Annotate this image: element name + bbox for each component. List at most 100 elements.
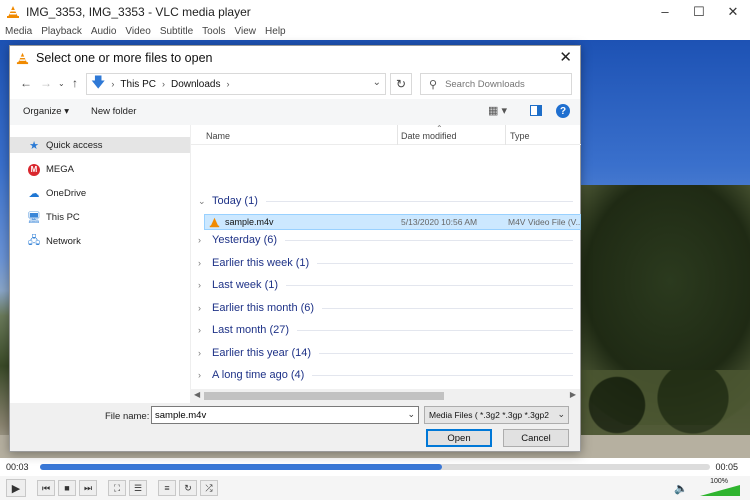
file-name-field[interactable]: ⌄	[151, 406, 419, 424]
group-label: Earlier this year (14)	[212, 347, 312, 359]
equalizer-icon: ☰	[133, 482, 143, 493]
cancel-button[interactable]: Cancel	[503, 429, 569, 447]
change-view-icon[interactable]: ▦ ▾	[488, 104, 507, 117]
time-elapsed: 00:03	[6, 462, 29, 472]
address-dropdown-icon[interactable]: ⌄	[373, 77, 381, 88]
stop-icon: ■	[64, 483, 70, 493]
group-last-month[interactable]: › Last month (27)	[191, 321, 579, 339]
menu-playback[interactable]: Playback	[41, 26, 82, 37]
file-name: sample.m4v	[225, 217, 274, 227]
file-type-filter[interactable]: Media Files ( *.3g2 *.3gp *.3gp2 ⌄	[424, 406, 569, 424]
minimize-icon[interactable]: –	[648, 0, 682, 23]
menu-media[interactable]: Media	[5, 26, 32, 37]
sidebar-item-label: Quick access	[46, 139, 103, 151]
chevron-down-icon[interactable]: ⌄	[407, 409, 415, 420]
next-button[interactable]: ⏭	[79, 480, 97, 496]
column-divider[interactable]	[505, 125, 506, 145]
volume-slider[interactable]	[700, 485, 740, 496]
playlist-button[interactable]: ≡	[158, 480, 176, 496]
dialog-close-icon[interactable]: ✕	[559, 48, 572, 66]
organize-button[interactable]: Organize ▾	[23, 106, 69, 117]
sidebar-item-this-pc[interactable]: 🖥 This PC	[10, 209, 190, 225]
group-divider	[317, 262, 573, 264]
group-last-week[interactable]: › Last week (1)	[191, 276, 579, 294]
group-divider	[285, 239, 573, 241]
search-box[interactable]: ⚲	[420, 73, 572, 95]
cloud-icon: ☁	[28, 187, 40, 200]
column-divider[interactable]	[397, 125, 398, 145]
volume-percent: 100%	[710, 478, 728, 485]
menu-subtitle[interactable]: Subtitle	[160, 26, 193, 37]
sidebar-item-onedrive[interactable]: ☁ OneDrive	[10, 185, 190, 201]
group-divider	[265, 200, 573, 202]
shuffle-button[interactable]: ⤮	[200, 480, 218, 496]
group-label: Last week (1)	[212, 279, 279, 291]
preview-pane-icon[interactable]	[530, 105, 542, 116]
video-bushes	[560, 370, 750, 440]
close-icon[interactable]: ✕	[716, 0, 750, 23]
address-bar[interactable]: 🡇 › This PC › Downloads › ⌄	[86, 73, 386, 95]
breadcrumb-this-pc[interactable]: This PC	[120, 79, 156, 90]
recent-locations-icon[interactable]: ⌄	[58, 79, 65, 88]
group-earlier-this-year[interactable]: › Earlier this year (14)	[191, 344, 579, 362]
menu-video[interactable]: Video	[125, 26, 150, 37]
sidebar-item-label: This PC	[46, 211, 80, 223]
menu-view[interactable]: View	[235, 26, 257, 37]
downloads-folder-icon: 🡇	[91, 74, 106, 90]
menu-tools[interactable]: Tools	[202, 26, 225, 37]
sidebar-item-network[interactable]: 🖧 Network	[10, 233, 190, 249]
group-label: Earlier this week (1)	[212, 257, 310, 269]
sidebar-item-mega[interactable]: M MEGA	[10, 161, 190, 177]
refresh-button[interactable]: ↻	[390, 73, 412, 95]
group-today[interactable]: ⌄ Today (1)	[191, 192, 579, 210]
column-date-modified[interactable]: Date modified	[401, 131, 457, 141]
next-icon: ⏭	[83, 482, 93, 493]
horizontal-scrollbar[interactable]: ◀ ▶	[190, 389, 580, 403]
previous-button[interactable]: ⏮	[37, 480, 55, 496]
extended-settings-button[interactable]: ☰	[129, 480, 147, 496]
menu-help[interactable]: Help	[265, 26, 286, 37]
sidebar-item-label: MEGA	[46, 163, 74, 175]
file-name-input[interactable]	[155, 409, 395, 421]
file-list-pane: Name ⌃ Date modified Type ⌄ Today (1) sa…	[190, 124, 581, 389]
open-button[interactable]: Open	[426, 429, 492, 447]
star-icon: ★	[29, 139, 39, 152]
new-folder-button[interactable]: New folder	[91, 106, 136, 117]
group-yesterday[interactable]: › Yesterday (6)	[191, 231, 579, 249]
back-icon[interactable]: ←	[20, 76, 32, 90]
computer-icon: 🖥	[27, 211, 41, 224]
seek-bar[interactable]	[40, 464, 710, 470]
menu-audio[interactable]: Audio	[91, 26, 117, 37]
scroll-left-icon[interactable]: ◀	[194, 390, 200, 399]
help-icon[interactable]: ?	[556, 104, 570, 118]
sidebar-item-quick-access[interactable]: ★ Quick access	[10, 137, 190, 153]
up-icon[interactable]: ↑	[72, 76, 78, 90]
forward-icon[interactable]: →	[40, 76, 52, 90]
group-a-long-time-ago[interactable]: › A long time ago (4)	[191, 366, 579, 384]
scroll-right-icon[interactable]: ▶	[570, 390, 576, 399]
column-type[interactable]: Type	[510, 131, 530, 141]
group-label: A long time ago (4)	[212, 369, 305, 381]
volume-control[interactable]: 🔈 100%	[672, 478, 742, 497]
file-type-filter-value: Media Files ( *.3g2 *.3gp *.3gp2	[429, 410, 550, 420]
file-name-label: File name:	[105, 411, 150, 422]
group-earlier-this-month[interactable]: › Earlier this month (6)	[191, 299, 579, 317]
play-button[interactable]: ▶	[6, 479, 26, 497]
scrollbar-thumb[interactable]	[204, 392, 444, 400]
breadcrumb-downloads[interactable]: Downloads	[171, 79, 220, 90]
loop-button[interactable]: ↻	[179, 480, 197, 496]
control-bar: ▶ ⏮ ■ ⏭ ⛶ ☰ ≡ ↻ ⤮ 🔈 100%	[0, 476, 750, 500]
group-divider	[297, 329, 573, 331]
maximize-icon[interactable]: ☐	[682, 0, 716, 23]
fullscreen-button[interactable]: ⛶	[108, 480, 126, 496]
chevron-right-icon: ›	[198, 370, 201, 380]
group-earlier-this-week[interactable]: › Earlier this week (1)	[191, 254, 579, 272]
dialog-title-bar: Select one or more files to open ✕	[10, 46, 580, 70]
refresh-icon: ↻	[395, 77, 407, 91]
file-row-sample[interactable]: sample.m4v 5/13/2020 10:56 AM M4V Video …	[204, 214, 581, 230]
speaker-icon[interactable]: 🔈	[674, 482, 688, 495]
search-input[interactable]	[445, 78, 566, 90]
stop-button[interactable]: ■	[58, 480, 76, 496]
column-name[interactable]: Name	[206, 131, 230, 141]
sidebar-item-label: OneDrive	[46, 187, 87, 199]
